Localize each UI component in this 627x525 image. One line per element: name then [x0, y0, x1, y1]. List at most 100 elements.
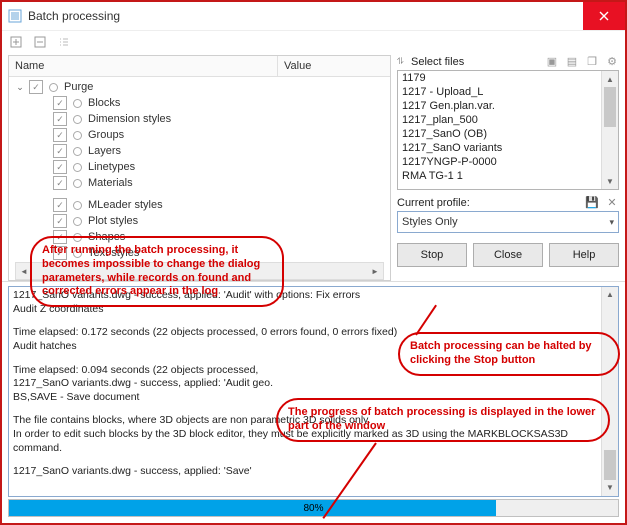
close-window-button[interactable] [583, 2, 625, 30]
save-icon[interactable]: 💾 [585, 196, 599, 209]
current-profile-label: Current profile: [397, 197, 579, 209]
tree-item[interactable]: ✓ Blocks [9, 95, 390, 111]
close-icon [599, 11, 609, 21]
tree-item[interactable]: ✓ Materials [9, 175, 390, 191]
radio-icon [73, 217, 82, 226]
list-item[interactable]: 1217 - Upload_L [398, 85, 618, 99]
radio-icon [73, 99, 82, 108]
radio-icon [73, 179, 82, 188]
log-scrollbar[interactable]: ▲ ▼ [601, 287, 618, 496]
scroll-up-icon[interactable]: ▲ [602, 287, 618, 303]
radio-icon [73, 147, 82, 156]
scroll-left-icon[interactable]: ◄ [16, 263, 32, 279]
log-line: In order to edit such blocks by the 3D b… [13, 428, 614, 455]
add-file-icon[interactable]: ▣ [545, 55, 559, 68]
tree-root-label: Purge [64, 81, 93, 93]
tree-item-label: Layers [88, 145, 121, 157]
log-line: Audit hatches [13, 340, 614, 354]
list-item[interactable]: 1217_plan_500 [398, 113, 618, 127]
checkbox[interactable]: ✓ [53, 112, 67, 126]
log-line: 1217_SanO variants.dwg - success, applie… [13, 289, 614, 303]
list-item[interactable]: 1217 Gen.plan.var. [398, 99, 618, 113]
log-line: Audit Z coordinates [13, 303, 614, 317]
tree-item[interactable]: ✓Linetypes [9, 159, 390, 175]
checkbox[interactable]: ✓ [53, 230, 67, 244]
tree-item[interactable]: ✓MLeader styles [9, 197, 390, 213]
checkbox[interactable]: ✓ [53, 246, 67, 260]
tree-root[interactable]: ⌄ ✓ Purge [9, 79, 390, 95]
log-line: 1217_SanO variants.dwg - success, applie… [13, 465, 614, 479]
column-name[interactable]: Name [9, 56, 278, 76]
file-list[interactable]: 1179 1217 - Upload_L 1217 Gen.plan.var. … [397, 70, 619, 190]
log-line: 1217_SanO variants.dwg - success, applie… [13, 377, 614, 391]
progress-text: 80% [9, 500, 618, 516]
chevron-updown-icon[interactable]: ⥮ [397, 56, 407, 67]
scroll-thumb[interactable] [604, 87, 616, 127]
checkbox[interactable]: ✓ [53, 160, 67, 174]
settings-tree-panel: Name Value ⌄ ✓ Purge ✓ Blocks ✓Dimension … [8, 55, 391, 281]
scroll-down-icon[interactable]: ▼ [602, 480, 618, 496]
tree-item[interactable]: ✓ Text styles [9, 245, 390, 261]
list-item[interactable]: 1217_SanO (OB) [398, 127, 618, 141]
tree-header: Name Value [9, 56, 390, 77]
tree-item-label: Materials [88, 177, 133, 189]
column-value[interactable]: Value [278, 56, 390, 76]
checkbox[interactable]: ✓ [53, 128, 67, 142]
log-panel[interactable]: 1217_SanO variants.dwg - success, applie… [8, 286, 619, 497]
radio-icon [73, 249, 82, 258]
radio-icon [49, 83, 58, 92]
batch-processing-window: Batch processing Name Value ⌄ ✓ [0, 0, 627, 525]
log-line: Time elapsed: 0.172 seconds (22 objects … [13, 326, 614, 340]
tree-item[interactable]: ✓ Groups [9, 127, 390, 143]
collapse-icon[interactable] [34, 36, 48, 50]
checkbox[interactable]: ✓ [53, 214, 67, 228]
radio-icon [73, 163, 82, 172]
list-item[interactable]: RMA TG-1 1 [398, 169, 618, 183]
checkbox[interactable]: ✓ [53, 176, 67, 190]
list-icon[interactable] [58, 36, 72, 50]
tree-item-label: Groups [88, 129, 124, 141]
add-folder-icon[interactable]: ▤ [565, 55, 579, 68]
checkbox[interactable]: ✓ [53, 144, 67, 158]
chevron-down-icon[interactable]: ⌄ [15, 82, 25, 93]
scroll-down-icon[interactable]: ▼ [602, 173, 618, 189]
log-line: Time elapsed: 0.094 seconds (22 objects … [13, 364, 614, 378]
radio-icon [73, 115, 82, 124]
tree-body: ⌄ ✓ Purge ✓ Blocks ✓Dimension styles ✓ Gro… [9, 77, 390, 262]
tree-item[interactable]: ✓ Shapes [9, 229, 390, 245]
profile-value: Styles Only [402, 216, 458, 228]
tree-item[interactable]: ✓ Layers [9, 143, 390, 159]
gear-icon[interactable]: ⚙ [605, 55, 619, 68]
tree-item-label: Shapes [88, 231, 125, 243]
checkbox[interactable]: ✓ [29, 80, 43, 94]
copy-icon[interactable]: ❐ [585, 55, 599, 68]
tree-item-label: Text styles [88, 247, 139, 259]
checkbox[interactable]: ✓ [53, 198, 67, 212]
chevron-down-icon: ▾ [609, 217, 614, 228]
select-files-label: Select files [411, 56, 545, 68]
file-list-scrollbar[interactable]: ▲ ▼ [601, 71, 618, 189]
expand-icon[interactable] [10, 36, 24, 50]
close-button[interactable]: Close [473, 243, 543, 267]
tree-item-label: Blocks [88, 97, 120, 109]
list-item[interactable]: 1217YNGP-P-0000 [398, 155, 618, 169]
profile-combo[interactable]: Styles Only ▾ [397, 211, 619, 233]
tree-item-label: Plot styles [88, 215, 138, 227]
scroll-right-icon[interactable]: ► [367, 263, 383, 279]
list-item[interactable]: 1217_SanO variants [398, 141, 618, 155]
progress-bar: 80% [8, 499, 619, 517]
checkbox[interactable]: ✓ [53, 96, 67, 110]
title-bar: Batch processing [2, 2, 625, 31]
log-line: The file contains blocks, where 3D objec… [13, 414, 614, 428]
stop-button[interactable]: Stop [397, 243, 467, 267]
delete-icon[interactable]: ✕ [605, 196, 619, 209]
toolbar [2, 31, 625, 55]
help-button[interactable]: Help [549, 243, 619, 267]
app-icon [8, 9, 22, 23]
tree-item[interactable]: ✓ Plot styles [9, 213, 390, 229]
scroll-thumb[interactable] [604, 450, 616, 480]
scroll-up-icon[interactable]: ▲ [602, 71, 618, 87]
list-item[interactable]: 1179 [398, 71, 618, 85]
tree-item[interactable]: ✓Dimension styles [9, 111, 390, 127]
tree-horizontal-scrollbar[interactable]: ◄ ► [15, 262, 384, 280]
